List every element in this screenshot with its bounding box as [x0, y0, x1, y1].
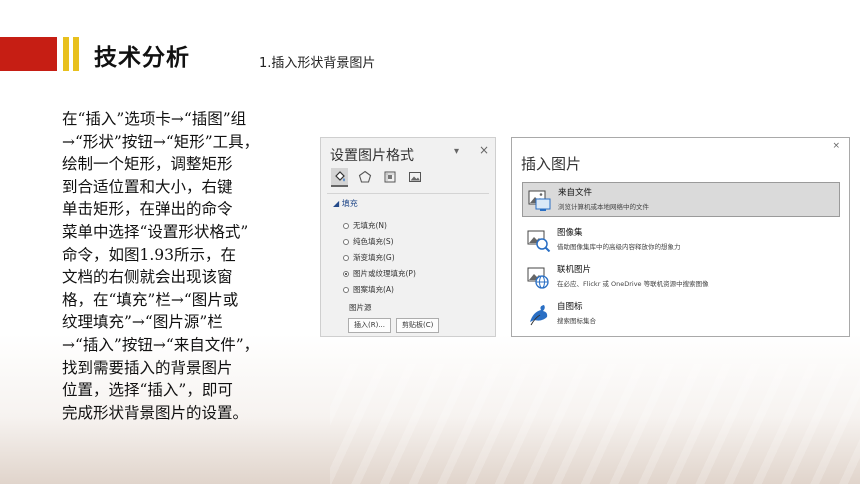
format-picture-pane: 设置图片格式 ▾ × ◢ 填充 无填充(N) 纯色填充(S) 渐变填充(G) 图…: [320, 137, 496, 337]
instruction-line: 菜单中选择“设置形状格式”: [62, 222, 249, 241]
section-subtitle: 1.插入形状背景图片: [259, 56, 376, 71]
insert-picture-button[interactable]: 插入(R)...: [348, 318, 392, 333]
header-red-bar: [0, 37, 57, 71]
clipboard-button[interactable]: 剪贴板(C): [396, 318, 440, 333]
instruction-line: 绘制一个矩形，调整矩形: [62, 155, 233, 174]
fill-option-solid[interactable]: 纯色填充(S): [343, 236, 394, 247]
picture-icon[interactable]: [406, 168, 423, 185]
fill-option-picture-texture[interactable]: 图片或纹理填充(P): [343, 268, 416, 279]
instruction-line: 在“插入”选项卡→“插图”组: [62, 110, 247, 128]
fill-option-gradient[interactable]: 渐变填充(G): [343, 252, 395, 263]
pane-category-tabs: [331, 168, 423, 188]
instruction-line: 完成形状背景图片的设置。: [62, 403, 249, 422]
option-online-pictures[interactable]: 联机图片 在必应、Flickr 或 OneDrive 等联机资源中搜索图像: [522, 260, 840, 295]
radio-button[interactable]: [343, 254, 349, 261]
fill-option-label: 纯色填充(S): [353, 237, 394, 246]
header-yellow-stripe: [73, 37, 79, 71]
picture-source-label: 图片源: [349, 303, 372, 312]
option-title: 联机图片: [557, 265, 592, 275]
radio-button[interactable]: [343, 222, 349, 229]
insert-pictures-dialog: × 插入图片 来自文件 浏览计算机或本地网络中的文件 图像集 借助图像集库中的高…: [511, 137, 850, 337]
pane-divider: [327, 193, 489, 194]
instruction-line: 位置，选择“插入”，即可: [62, 381, 233, 400]
radio-button[interactable]: [343, 286, 349, 293]
option-description: 借助图像集库中的高级内容释放你的想象力: [557, 243, 681, 251]
fill-option-label: 渐变填充(G): [353, 253, 395, 262]
pane-title: 设置图片格式: [330, 148, 414, 164]
instruction-line: 纹理填充”→“图片源”栏: [62, 313, 223, 332]
size-properties-icon[interactable]: [381, 168, 398, 185]
fill-option-label: 图片或纹理填充(P): [353, 269, 416, 278]
instruction-line: 格，在“填充”栏→“图片或: [62, 290, 239, 309]
instruction-line: 命令，如图1.93所示，在: [62, 245, 237, 264]
fill-line-icon[interactable]: [331, 168, 348, 187]
effects-pentagon-icon[interactable]: [356, 168, 373, 185]
option-title: 来自文件: [558, 188, 593, 198]
instruction-line: 到合适位置和大小，右键: [62, 177, 233, 196]
fill-option-pattern[interactable]: 图案填充(A): [343, 284, 394, 295]
background-rays: [330, 364, 860, 484]
option-image-set[interactable]: 图像集 借助图像集库中的高级内容释放你的想象力: [522, 223, 840, 258]
image-set-icon: [527, 230, 551, 253]
fill-option-label: 无填充(N): [353, 221, 387, 230]
option-description: 搜索图标集合: [557, 317, 596, 325]
pane-close-button[interactable]: ×: [479, 143, 489, 157]
instruction-line: 单击矩形，在弹出的命令: [62, 200, 233, 219]
icons-bird-icon: [527, 304, 551, 326]
from-file-icon: [528, 190, 552, 212]
instruction-line: 文档的右侧就会出现该窗: [62, 268, 233, 287]
radio-button[interactable]: [343, 238, 349, 245]
option-title: 图像集: [557, 228, 583, 238]
instruction-line: →“插入”按钮→“来自文件”，: [62, 335, 260, 354]
option-icons[interactable]: 自图标 搜索图标集合: [522, 297, 840, 332]
option-description: 浏览计算机或本地网络中的文件: [558, 203, 649, 211]
dialog-title: 插入图片: [521, 155, 582, 173]
radio-button-selected[interactable]: [343, 270, 349, 277]
fill-option-none[interactable]: 无填充(N): [343, 220, 387, 231]
instruction-line: →“形状”按钮→“矩形”工具，: [62, 132, 260, 151]
option-description: 在必应、Flickr 或 OneDrive 等联机资源中搜索图像: [557, 280, 709, 288]
dialog-close-button[interactable]: ×: [832, 141, 840, 151]
pane-options-dropdown[interactable]: ▾: [454, 146, 459, 157]
instruction-text: 在“插入”选项卡→“插图”组 →“形状”按钮→“矩形”工具， 绘制一个矩形，调整…: [62, 108, 274, 424]
header-yellow-stripe: [63, 37, 69, 71]
fill-section-header[interactable]: ◢ 填充: [333, 198, 358, 209]
page-title: 技术分析: [94, 45, 190, 71]
instruction-line: 找到需要插入的背景图片: [62, 358, 233, 377]
fill-option-label: 图案填充(A): [353, 285, 394, 294]
option-title: 自图标: [557, 302, 583, 312]
online-pictures-icon: [527, 267, 551, 289]
option-from-file[interactable]: 来自文件 浏览计算机或本地网络中的文件: [522, 182, 840, 217]
